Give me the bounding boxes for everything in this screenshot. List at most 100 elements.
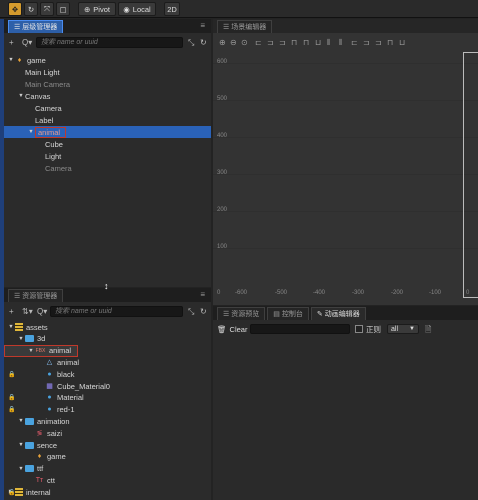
console-filter-input[interactable] — [250, 324, 350, 334]
console-tabbar: ☰ 资源预览 ▤ 控制台 ✎ 动画编辑器 — [213, 306, 478, 320]
hierarchy-search-input[interactable]: 搜索 name or uuid — [36, 36, 183, 48]
asset-node[interactable]: 🔒 ● Material — [4, 392, 211, 404]
log-file-icon[interactable]: 🗎 — [425, 324, 431, 338]
hierarchy-node-label: Main Camera — [25, 79, 71, 89]
asset-node[interactable]: Tт ctt — [4, 474, 211, 486]
asset-node[interactable]: ▼ animation — [4, 415, 211, 427]
hierarchy-node-label: Light — [45, 151, 62, 161]
asset-node[interactable]: ▦ Cube_Material0 — [4, 380, 211, 392]
zoom-in-icon[interactable]: ⊕ — [219, 38, 226, 47]
collapse-icon[interactable]: ⤡ — [188, 37, 194, 48]
expand-arrow-icon[interactable]: ▼ — [17, 418, 25, 424]
assets-menu-icon[interactable]: ≡ — [200, 290, 205, 299]
asset-node[interactable]: 🔒 ● red-1 — [4, 404, 211, 416]
regex-checkbox[interactable] — [355, 325, 363, 333]
hierarchy-node[interactable]: Camera — [4, 162, 211, 174]
hierarchy-node[interactable]: Main Camera — [4, 78, 211, 90]
distribute-left-icon[interactable]: ⊏ — [351, 38, 358, 47]
asset-node-label: assets — [26, 322, 48, 332]
align-left-icon[interactable]: ⊏ — [255, 38, 262, 47]
asset-node[interactable]: ▼ ttf — [4, 463, 211, 475]
asset-node[interactable]: ▼ 3d — [4, 333, 211, 345]
tab-asset-preview[interactable]: ☰ 资源预览 — [217, 307, 266, 320]
main-toolbar: ✥ ↻ ⤧ ▢ ⊕ Pivot ◉ Local 2D — [0, 0, 478, 18]
expand-arrow-icon[interactable]: ▼ — [17, 93, 25, 99]
asset-node[interactable]: ≶ saizi — [4, 427, 211, 439]
distribute-center-icon[interactable]: ⊐ — [363, 38, 370, 47]
expand-arrow-icon[interactable]: ▼ — [7, 324, 15, 330]
add-asset-icon[interactable]: + — [9, 306, 14, 317]
distribute-h-icon[interactable]: ⫴ — [327, 38, 330, 48]
hierarchy-node[interactable]: ▼ ♦ game — [4, 54, 211, 66]
animation-icon: ✎ — [316, 311, 323, 318]
rect-tool-button[interactable]: ▢ — [56, 2, 70, 16]
expand-arrow-icon[interactable]: ▼ — [17, 442, 25, 448]
add-node-icon[interactable]: + — [9, 37, 14, 48]
asset-node[interactable]: ▼ assets — [4, 321, 211, 333]
mode-2d-button[interactable]: 2D — [164, 2, 180, 16]
tab-scene[interactable]: ☰ 场景编辑器 — [217, 20, 273, 33]
tab-console[interactable]: ▤ 控制台 — [267, 307, 309, 320]
folder-icon — [25, 441, 34, 449]
zoom-fit-icon[interactable]: ⊙ — [241, 38, 248, 47]
hierarchy-node[interactable]: Light — [4, 150, 211, 162]
asset-node[interactable]: 🔒 ▶ internal — [4, 486, 211, 498]
grid-line — [213, 211, 478, 212]
hierarchy-node[interactable]: Label — [4, 114, 211, 126]
scale-tool-button[interactable]: ⤧ — [40, 2, 54, 16]
hierarchy-node[interactable]: Main Light — [4, 66, 211, 78]
sort-icon[interactable]: ⇅▾ — [22, 306, 33, 317]
tab-animation-editor[interactable]: ✎ 动画编辑器 — [310, 307, 366, 320]
hierarchy-node[interactable]: Cube — [4, 138, 211, 150]
hierarchy-node[interactable]: ▼ animal — [4, 126, 211, 138]
expand-arrow-icon[interactable]: ▼ — [27, 129, 35, 135]
distribute-v-icon[interactable]: ⫴ — [339, 38, 342, 48]
tab-assets[interactable]: ☰ 资源管理器 — [8, 289, 64, 302]
refresh-icon[interactable]: ↻ — [200, 37, 207, 48]
asset-node[interactable]: 🔒 ● black — [4, 368, 211, 380]
hierarchy-menu-icon[interactable]: ≡ — [200, 21, 205, 30]
hierarchy-node[interactable]: ▼ Canvas — [4, 90, 211, 102]
asset-node[interactable]: ▼ FBX animal — [4, 344, 78, 357]
hierarchy-node-label: animal — [35, 126, 67, 138]
asset-node[interactable]: ♦ game — [4, 451, 211, 463]
move-tool-button[interactable]: ✥ — [8, 2, 22, 16]
asset-node[interactable]: △ animal — [4, 356, 211, 368]
assets-panel: ☰ 资源管理器 ≡ + ⇅▾ Q▾ 搜索 name or uuid ⤡ ↻ ▼ as… — [4, 288, 211, 500]
console-icon: ▤ — [273, 311, 280, 318]
distribute-bottom-icon[interactable]: ⊔ — [399, 38, 405, 47]
tab-hierarchy[interactable]: ☰ 层级管理器 — [8, 20, 64, 33]
align-center-icon[interactable]: ⊐ — [267, 38, 274, 47]
scene-viewport[interactable] — [213, 51, 478, 305]
distribute-top-icon[interactable]: ⊓ — [387, 38, 393, 47]
assets-search-input[interactable]: 搜索 name or uuid — [50, 305, 183, 317]
align-right-icon[interactable]: ⊐ — [279, 38, 286, 47]
lock-icon: 🔒 — [8, 407, 16, 414]
distribute-right-icon[interactable]: ⊐ — [375, 38, 382, 47]
clear-button[interactable]: 🗑 Clear — [217, 324, 247, 334]
local-button[interactable]: ◉ Local — [118, 2, 156, 16]
clear-label: Clear — [229, 324, 248, 334]
collapse-icon[interactable]: ⤡ — [188, 306, 194, 317]
animation-tab-label: 动画编辑器 — [324, 311, 360, 318]
lock-icon: 🔒 — [8, 371, 16, 378]
expand-arrow-icon[interactable]: ▼ — [17, 466, 25, 472]
grid-line — [213, 63, 478, 64]
zoom-out-icon[interactable]: ⊖ — [230, 38, 237, 47]
expand-arrow-icon[interactable]: ▼ — [17, 336, 25, 342]
search-filter-icon[interactable]: Q▾ — [37, 306, 47, 317]
refresh-icon[interactable]: ↻ — [200, 306, 207, 317]
asset-node[interactable]: ▼ sence — [4, 439, 211, 451]
rotate-tool-button[interactable]: ↻ — [24, 2, 38, 16]
log-level-select[interactable]: all ▼ — [387, 324, 419, 334]
align-top-icon[interactable]: ⊓ — [291, 38, 297, 47]
pivot-button[interactable]: ⊕ Pivot — [78, 2, 116, 16]
align-middle-icon[interactable]: ⊓ — [303, 38, 309, 47]
expand-arrow-icon[interactable]: ▼ — [27, 348, 35, 354]
search-filter-icon[interactable]: Q▾ — [22, 37, 32, 48]
lock-icon: 🔒 — [8, 395, 16, 402]
align-bottom-icon[interactable]: ⊔ — [315, 38, 321, 47]
expand-arrow-icon[interactable]: ▼ — [7, 57, 15, 63]
assets-search-row: + ⇅▾ Q▾ 搜索 name or uuid ⤡ ↻ — [4, 304, 211, 318]
hierarchy-node[interactable]: Camera — [4, 102, 211, 114]
